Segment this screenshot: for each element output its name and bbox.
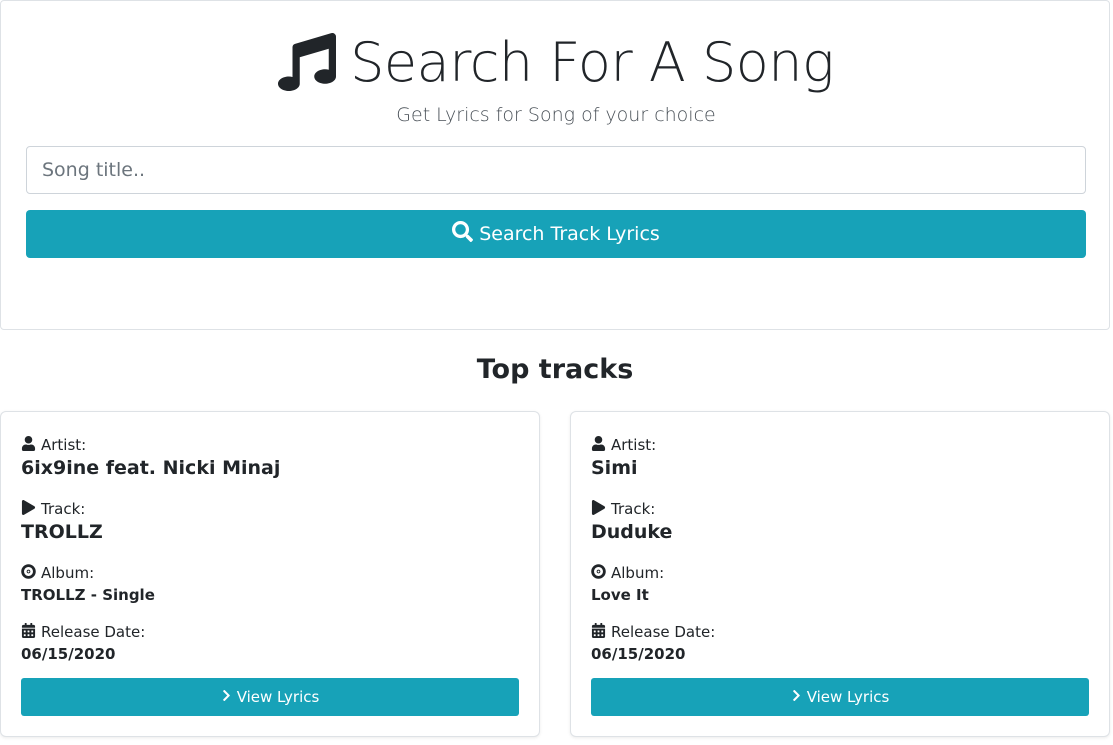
artist-label: Artist:	[591, 435, 656, 455]
track-value: TROLLZ	[21, 521, 103, 543]
user-icon	[591, 435, 606, 455]
album-value: Love It	[591, 586, 649, 604]
track-label: Track:	[21, 499, 85, 519]
top-tracks-heading: Top tracks	[476, 354, 634, 385]
page-title-text: Search For A Song	[350, 30, 834, 94]
music-note-icon	[278, 29, 337, 95]
play-icon	[591, 499, 606, 519]
track-card: Artist: Simi Track: Duduke Album: Love I…	[570, 411, 1110, 737]
compact-disc-icon	[21, 563, 36, 583]
chevron-right-icon	[221, 688, 232, 706]
view-lyrics-button[interactable]: View Lyrics	[591, 678, 1089, 716]
album-value: TROLLZ - Single	[21, 586, 155, 604]
page-subtitle: Get Lyrics for Song of your choice	[396, 104, 716, 126]
track-value: Duduke	[591, 521, 673, 543]
artist-value: 6ix9ine feat. Nicki Minaj	[21, 457, 281, 479]
calendar-icon	[21, 622, 36, 642]
release-date-label: Release Date:	[21, 622, 145, 642]
track-card: Artist: 6ix9ine feat. Nicki Minaj Track:…	[0, 411, 540, 737]
search-track-lyrics-button[interactable]: Search Track Lyrics	[26, 210, 1086, 258]
release-date-value: 06/15/2020	[21, 645, 116, 663]
release-date-value: 06/15/2020	[591, 645, 686, 663]
chevron-right-icon	[791, 688, 802, 706]
artist-label: Artist:	[21, 435, 86, 455]
user-icon	[21, 435, 36, 455]
calendar-icon	[591, 622, 606, 642]
view-lyrics-button[interactable]: View Lyrics	[21, 678, 519, 716]
compact-disc-icon	[591, 563, 606, 583]
artist-value: Simi	[591, 457, 638, 479]
search-button-label: Search Track Lyrics	[479, 223, 660, 245]
search-card: Search For A Song Get Lyrics for Song of…	[0, 0, 1110, 330]
track-label: Track:	[591, 499, 655, 519]
page-title: Search For A Song	[1, 27, 1111, 97]
release-date-label: Release Date:	[591, 622, 715, 642]
album-label: Album:	[21, 563, 94, 583]
play-icon	[21, 499, 36, 519]
album-label: Album:	[591, 563, 664, 583]
song-title-input[interactable]	[26, 146, 1086, 194]
search-icon	[452, 221, 474, 247]
